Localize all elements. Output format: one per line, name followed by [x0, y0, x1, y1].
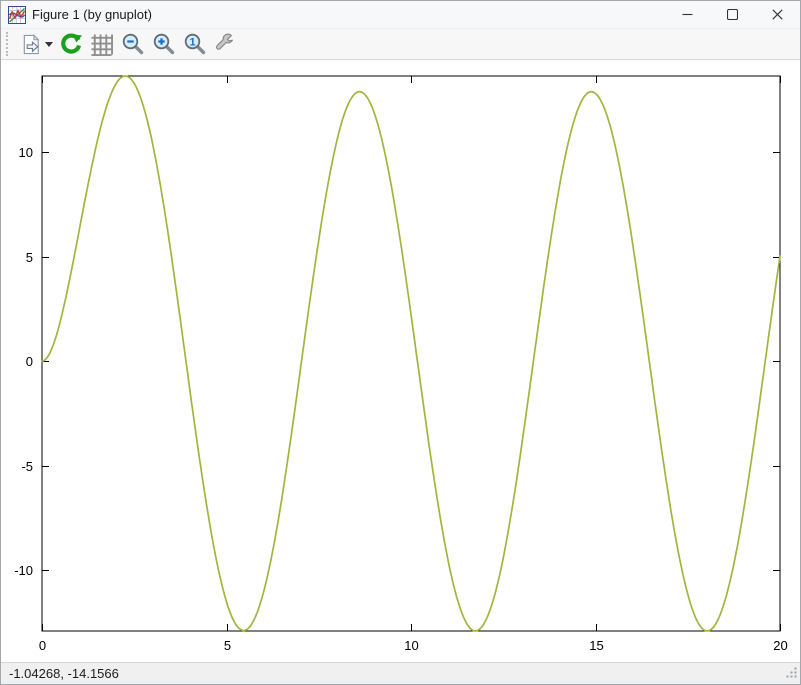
magnifier-plus-icon — [152, 32, 176, 56]
export-button[interactable] — [18, 30, 55, 59]
replot-button[interactable] — [55, 30, 86, 59]
toolbar-gripper[interactable] — [6, 32, 12, 56]
magnifier-one-icon: 1 — [183, 32, 207, 56]
svg-text:5: 5 — [26, 250, 33, 265]
close-button[interactable] — [755, 1, 800, 28]
svg-text:20: 20 — [773, 638, 787, 653]
statusbar: -1.04268, -14.1566 — [1, 662, 800, 684]
maximize-icon — [727, 9, 738, 20]
window-title: Figure 1 (by gnuplot) — [32, 7, 665, 22]
gnuplot-figure-icon — [8, 6, 26, 24]
export-page-arrow-icon — [20, 33, 43, 56]
wrench-icon — [214, 32, 238, 56]
export-dropdown-caret-icon[interactable] — [45, 42, 53, 47]
svg-text:-10: -10 — [14, 563, 33, 578]
zoom-out-button[interactable] — [117, 30, 148, 59]
zoom-reset-button[interactable]: 1 — [179, 30, 210, 59]
window-controls — [665, 1, 800, 28]
svg-text:0: 0 — [39, 638, 46, 653]
svg-text:10: 10 — [404, 638, 418, 653]
titlebar: Figure 1 (by gnuplot) — [1, 1, 800, 28]
minimize-icon — [682, 9, 693, 20]
toolbar: 1 — [1, 28, 800, 60]
svg-text:-5: -5 — [21, 459, 33, 474]
settings-button[interactable] — [210, 30, 241, 59]
maximize-button[interactable] — [710, 1, 755, 28]
gnuplot-window: Figure 1 (by gnuplot) — [0, 0, 801, 685]
cursor-coordinates: -1.04268, -14.1566 — [9, 666, 119, 681]
magnifier-minus-icon — [121, 32, 145, 56]
resize-grip-icon[interactable] — [785, 666, 798, 682]
close-icon — [772, 9, 783, 20]
svg-text:1: 1 — [189, 36, 195, 48]
zoom-in-button[interactable] — [148, 30, 179, 59]
svg-text:5: 5 — [224, 638, 231, 653]
grid-icon — [90, 33, 113, 56]
svg-text:15: 15 — [589, 638, 603, 653]
plot-canvas[interactable]: 0 5 10 15 20 -10 -5 0 5 10 — [1, 60, 800, 662]
svg-text:0: 0 — [26, 354, 33, 369]
svg-text:10: 10 — [19, 145, 33, 160]
grid-button[interactable] — [86, 30, 117, 59]
minimize-button[interactable] — [665, 1, 710, 28]
refresh-icon — [59, 32, 83, 56]
plot-svg[interactable]: 0 5 10 15 20 -10 -5 0 5 10 — [1, 60, 800, 662]
